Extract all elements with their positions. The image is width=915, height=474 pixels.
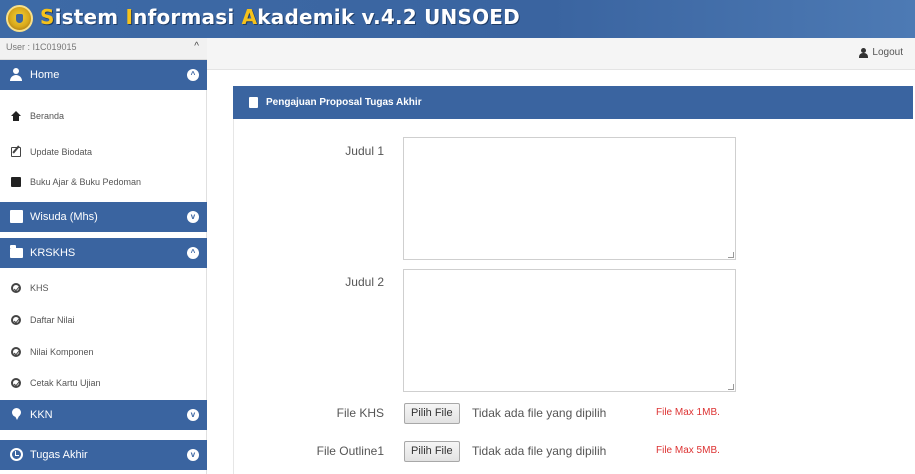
unsoed-logo-icon (6, 5, 33, 32)
sidebar-item-label: Cetak Kartu Ujian (30, 378, 101, 388)
logout-link[interactable]: Logout (859, 47, 903, 58)
app-title: Sistem Informasi Akademik v.4.2 UNSOED (40, 5, 520, 29)
sidebar-section-home[interactable]: Home ^ (0, 60, 207, 90)
file-khs-max: File Max 1MB. (656, 407, 720, 418)
sidebar-section-tugas-akhir[interactable]: Tugas Akhir v (0, 440, 207, 470)
book-icon (249, 97, 258, 108)
user-bar: User : I1C019015 ^ (0, 38, 207, 60)
top-bar: Logout (207, 38, 915, 70)
edit-icon (11, 147, 21, 157)
chevron-down-icon[interactable]: v (187, 211, 199, 223)
folder-icon (10, 245, 23, 258)
file-outline-button[interactable]: Pilih File (404, 441, 460, 462)
sidebar-item-buku-ajar[interactable]: Buku Ajar & Buku Pedoman (0, 168, 207, 197)
user-icon (10, 68, 23, 81)
section-label: KKN (30, 409, 53, 421)
sidebar-item-label: KHS (30, 283, 49, 293)
chevron-up-icon[interactable]: ^ (187, 247, 199, 259)
file-outline-label: File Outline1 (316, 444, 384, 458)
sidebar-item-khs[interactable]: KHS (0, 274, 207, 303)
panel-title: Pengajuan Proposal Tugas Akhir (266, 97, 422, 108)
sidebar-section-krskhs[interactable]: KRSKHS ^ (0, 238, 207, 268)
sidebar: Home ^ Beranda Update Biodata Buku Ajar … (0, 60, 207, 474)
map-pin-icon (10, 408, 23, 421)
file-khs-button[interactable]: Pilih File (404, 403, 460, 424)
check-circle-icon (11, 347, 21, 357)
file-outline-max: File Max 5MB. (656, 445, 720, 456)
file-khs-status: Tidak ada file yang dipilih (472, 406, 607, 420)
sidebar-item-label: Beranda (30, 111, 65, 121)
sidebar-item-label: Update Biodata (30, 147, 93, 157)
sidebar-item-label: Nilai Komponen (30, 347, 94, 357)
check-circle-icon (11, 378, 21, 388)
sidebar-item-update-biodata[interactable]: Update Biodata (0, 138, 207, 167)
sidebar-item-cetak-kartu-ujian[interactable]: Cetak Kartu Ujian (0, 369, 207, 398)
title-part-3: kademik v.4.2 UNSOED (257, 5, 520, 29)
home-icon (11, 111, 21, 121)
chevron-down-icon[interactable]: v (187, 409, 199, 421)
section-label: Tugas Akhir (30, 449, 88, 461)
judul1-textarea[interactable] (403, 137, 736, 260)
check-circle-icon (11, 283, 21, 293)
judul2-textarea[interactable] (403, 269, 736, 392)
sidebar-item-nilai-komponen[interactable]: Nilai Komponen (0, 338, 207, 367)
section-label: Wisuda (Mhs) (30, 211, 98, 223)
sidebar-item-label: Buku Ajar & Buku Pedoman (30, 177, 142, 187)
chevron-up-icon[interactable]: ^ (187, 69, 199, 81)
check-circle-icon (11, 315, 21, 325)
sidebar-section-kkn[interactable]: KKN v (0, 400, 207, 430)
file-outline-status: Tidak ada file yang dipilih (472, 444, 607, 458)
section-label: Home (30, 69, 60, 81)
panel-header: Pengajuan Proposal Tugas Akhir (233, 86, 913, 119)
sidebar-section-wisuda[interactable]: Wisuda (Mhs) v (0, 202, 207, 232)
book-icon (10, 210, 23, 223)
title-letter-a: A (241, 5, 258, 29)
title-letter-s: S (40, 5, 55, 29)
judul2-label: Judul 2 (345, 275, 384, 289)
app-banner: Sistem Informasi Akademik v.4.2 UNSOED (0, 0, 915, 38)
clock-icon (10, 448, 23, 461)
section-label: KRSKHS (30, 247, 76, 259)
sidebar-item-daftar-nilai[interactable]: Daftar Nilai (0, 306, 207, 335)
title-letter-i: I (125, 5, 134, 29)
sidebar-item-label: Daftar Nilai (30, 315, 75, 325)
collapse-caret-icon[interactable]: ^ (194, 41, 199, 52)
title-part-1: istem (54, 5, 126, 29)
chevron-down-icon[interactable]: v (187, 449, 199, 461)
judul1-label: Judul 1 (345, 144, 384, 158)
book-icon (11, 177, 21, 187)
title-part-2: nformasi (133, 5, 242, 29)
file-khs-label: File KHS (336, 406, 384, 420)
user-icon (859, 47, 869, 58)
logout-label: Logout (872, 47, 903, 58)
user-id: User : I1C019015 (6, 42, 77, 52)
sidebar-item-beranda[interactable]: Beranda (0, 102, 207, 131)
